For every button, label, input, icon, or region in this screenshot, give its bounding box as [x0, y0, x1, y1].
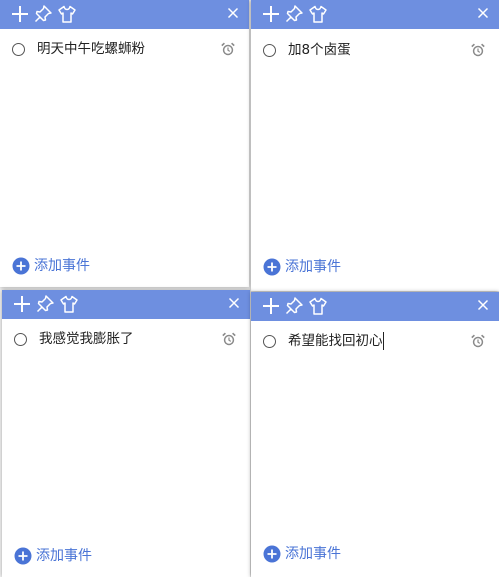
plus-icon[interactable] — [261, 296, 281, 316]
plus-icon[interactable] — [12, 294, 32, 314]
note-titlebar[interactable] — [0, 0, 249, 29]
alarm-clock-icon[interactable] — [220, 41, 236, 57]
plus-circle-icon — [12, 257, 30, 275]
shirt-icon[interactable] — [308, 296, 328, 316]
plus-icon[interactable] — [10, 4, 30, 24]
alarm-clock-icon[interactable] — [470, 42, 486, 58]
sticky-note-1: 明天中午吃螺蛳粉 添加事件 — [0, 0, 249, 287]
task-checkbox[interactable] — [14, 333, 27, 346]
task-checkbox[interactable] — [12, 43, 25, 56]
desktop: 明天中午吃螺蛳粉 添加事件 加8个卤蛋 添加事件 我感觉我膨胀了 添加事件 希望… — [0, 0, 499, 577]
plus-circle-icon — [263, 258, 281, 276]
pin-icon[interactable] — [33, 4, 53, 24]
add-event-label: 添加事件 — [36, 548, 92, 564]
add-event-label: 添加事件 — [285, 259, 341, 275]
add-event-label: 添加事件 — [34, 258, 90, 274]
shirt-icon[interactable] — [59, 294, 79, 314]
alarm-clock-icon[interactable] — [470, 333, 486, 349]
shirt-icon[interactable] — [308, 4, 328, 24]
note-titlebar[interactable] — [251, 292, 499, 321]
task-text[interactable]: 加8个卤蛋 — [288, 41, 351, 59]
task-text[interactable]: 明天中午吃螺蛳粉 — [37, 40, 145, 58]
shirt-icon[interactable] — [57, 4, 77, 24]
pin-icon[interactable] — [284, 4, 304, 24]
plus-circle-icon — [263, 545, 281, 563]
task-item[interactable]: 加8个卤蛋 — [251, 38, 499, 62]
sticky-note-3: 我感觉我膨胀了 添加事件 — [2, 290, 250, 577]
task-checkbox[interactable] — [263, 335, 276, 348]
task-text-input[interactable]: 希望能找回初心 — [288, 332, 384, 350]
task-item[interactable]: 明天中午吃螺蛳粉 — [0, 37, 249, 61]
note-titlebar[interactable] — [251, 0, 499, 29]
sticky-note-2: 加8个卤蛋 添加事件 — [251, 0, 499, 291]
pin-icon[interactable] — [35, 294, 55, 314]
task-text[interactable]: 我感觉我膨胀了 — [39, 330, 134, 348]
note-titlebar[interactable] — [2, 290, 250, 319]
task-item[interactable]: 希望能找回初心 — [251, 329, 499, 353]
task-checkbox[interactable] — [263, 44, 276, 57]
close-icon[interactable] — [475, 297, 491, 313]
plus-icon[interactable] — [261, 4, 281, 24]
sticky-note-4: 希望能找回初心 添加事件 — [251, 292, 499, 577]
alarm-clock-icon[interactable] — [221, 331, 237, 347]
plus-circle-icon — [14, 547, 32, 565]
close-icon[interactable] — [226, 295, 242, 311]
pin-icon[interactable] — [284, 296, 304, 316]
close-icon[interactable] — [225, 5, 241, 21]
close-icon[interactable] — [475, 5, 491, 21]
add-event-label: 添加事件 — [285, 546, 341, 562]
task-item[interactable]: 我感觉我膨胀了 — [2, 327, 250, 351]
